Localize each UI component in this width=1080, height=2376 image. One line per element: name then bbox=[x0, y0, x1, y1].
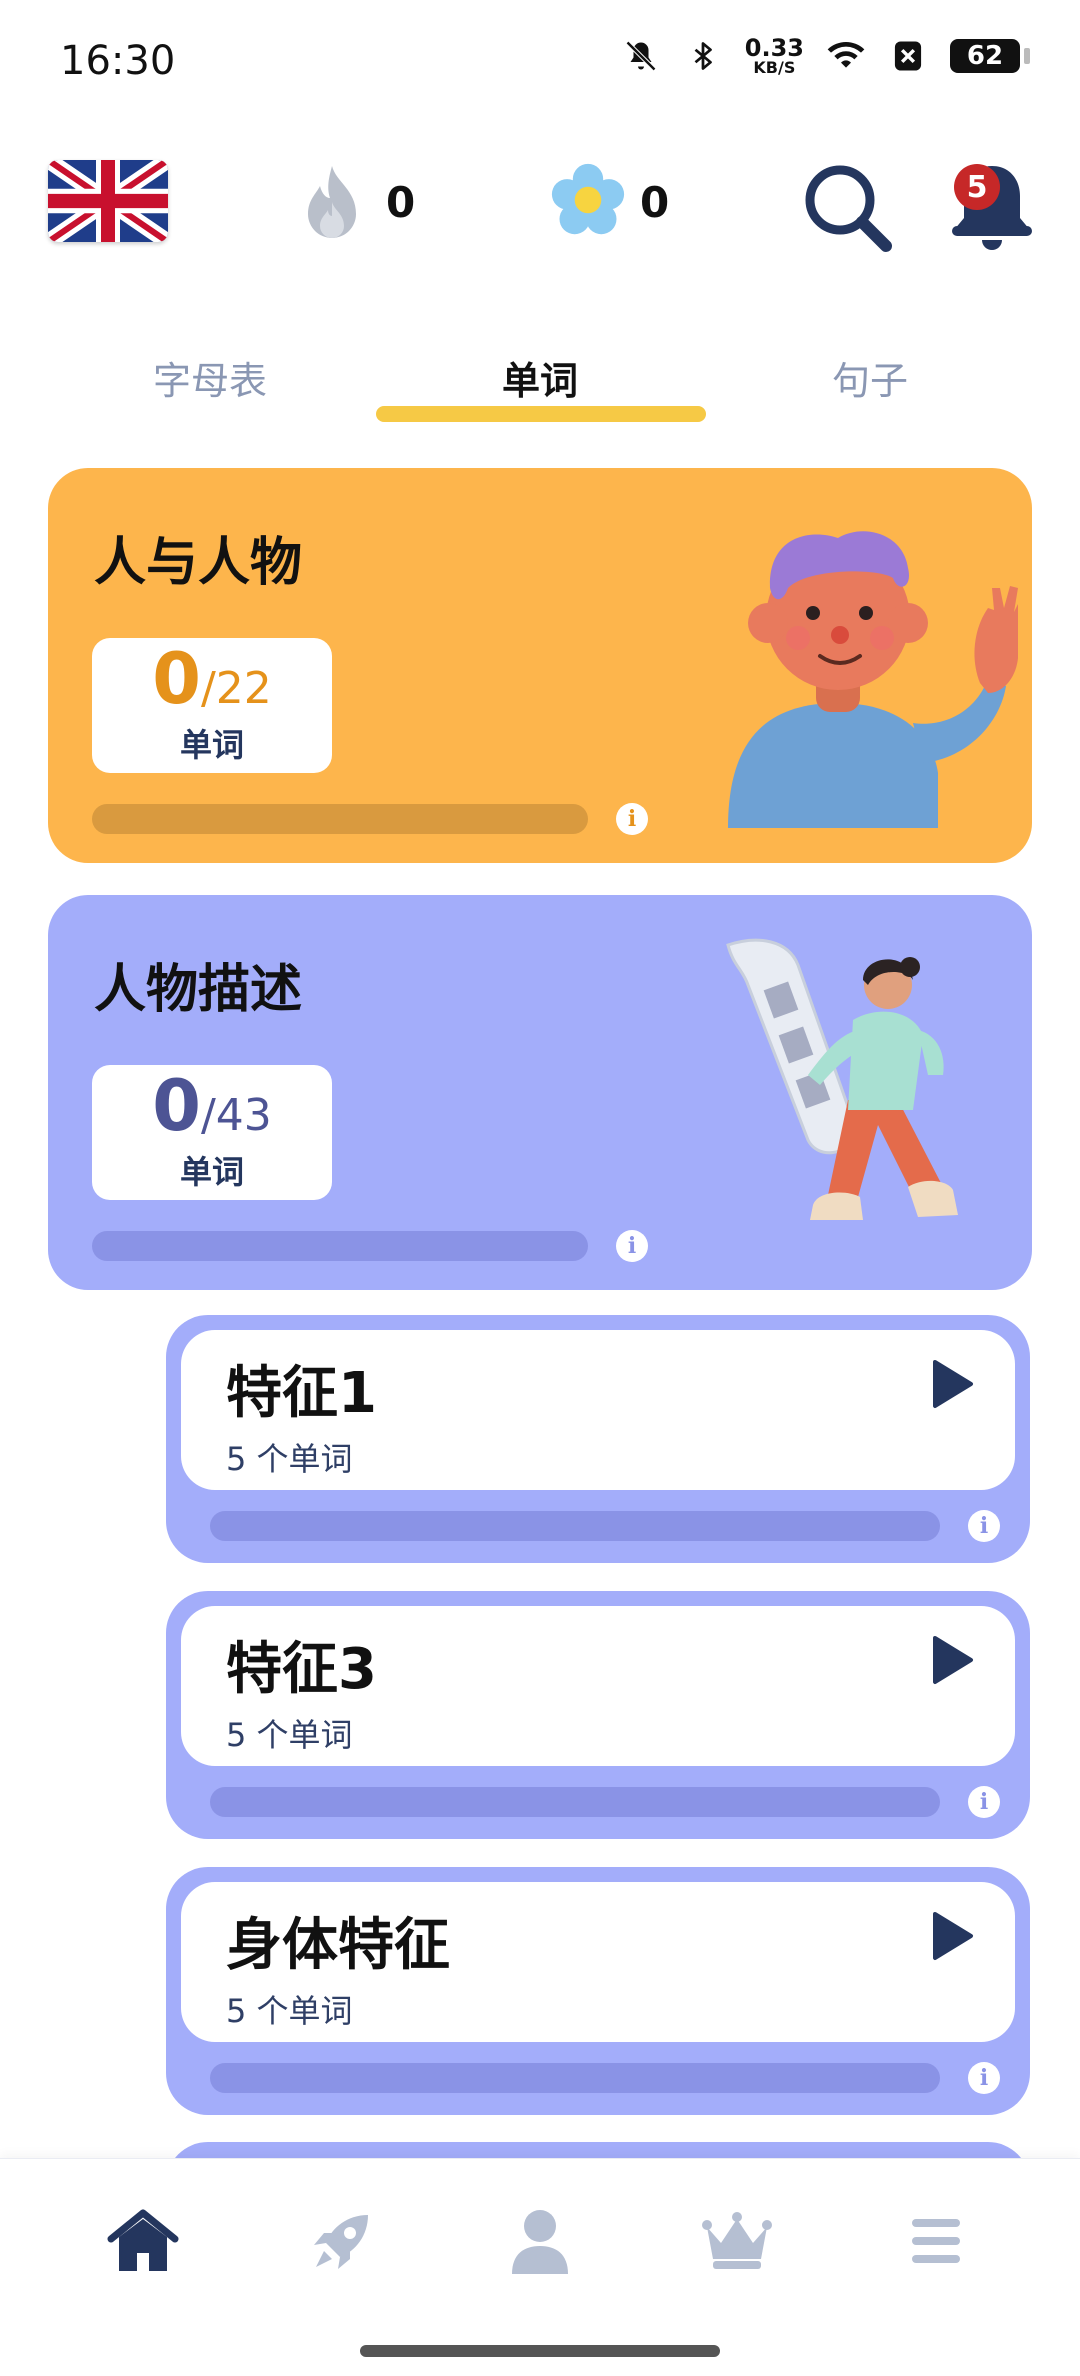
flower-count: 0 bbox=[640, 177, 670, 227]
info-icon[interactable]: i bbox=[968, 1786, 1000, 1818]
status-bar: 16:30 0.33 KB/S 62 bbox=[0, 0, 1080, 120]
streak-count: 0 bbox=[386, 177, 416, 227]
info-icon[interactable]: i bbox=[968, 2062, 1000, 2094]
info-icon[interactable]: i bbox=[616, 1230, 648, 1262]
walking-woman-illustration bbox=[726, 938, 958, 1220]
notifications-button[interactable]: 5 bbox=[944, 154, 1040, 254]
flower-stat[interactable]: 0 bbox=[550, 162, 669, 242]
word-count-box: 0/43 单词 bbox=[92, 1065, 332, 1200]
home-icon bbox=[107, 2209, 179, 2271]
tab-alphabet[interactable]: 字母表 bbox=[110, 350, 310, 405]
lesson-title: 身体特征 bbox=[226, 1913, 450, 1978]
lesson-card-body: 特征3 5 个单词 bbox=[181, 1606, 1015, 1766]
word-count-unit: 单词 bbox=[179, 726, 244, 764]
net-speed-value: 0.33 bbox=[744, 34, 804, 62]
lesson-progress-bar bbox=[210, 1787, 940, 1817]
nav-premium[interactable] bbox=[697, 2201, 777, 2281]
notification-badge: 5 bbox=[954, 164, 1000, 210]
streak-stat[interactable]: 0 bbox=[296, 162, 415, 242]
lesson-word-count: 5 个单词 bbox=[226, 1992, 353, 2030]
bluetooth-icon bbox=[683, 36, 723, 76]
category-title: 人物描述 bbox=[94, 960, 303, 1020]
word-count-total: /22 bbox=[200, 663, 272, 714]
category-progress-bar bbox=[92, 804, 588, 834]
play-icon[interactable] bbox=[923, 1632, 979, 1688]
uk-flag-icon[interactable] bbox=[48, 160, 168, 242]
net-speed-unit: KB/S bbox=[753, 58, 796, 77]
profile-icon bbox=[512, 2210, 568, 2274]
play-icon[interactable] bbox=[923, 1908, 979, 1964]
top-header: 0 0 5 bbox=[0, 150, 1080, 260]
lesson-title: 特征3 bbox=[226, 1637, 377, 1702]
active-tab-indicator bbox=[376, 406, 706, 422]
info-icon[interactable]: i bbox=[968, 1510, 1000, 1542]
word-count-box: 0/22 单词 bbox=[92, 638, 332, 773]
wifi-icon bbox=[826, 36, 866, 76]
content-tabs: 字母表 单词 句子 bbox=[0, 340, 1080, 430]
lesson-card-body: 身体特征 5 个单词 bbox=[181, 1882, 1015, 2042]
lesson-card-feature-1[interactable]: 特征1 5 个单词 i bbox=[166, 1315, 1030, 1563]
net-speed: 0.33 KB/S bbox=[745, 36, 804, 76]
word-count-unit: 单词 bbox=[179, 1153, 244, 1191]
word-count-current: 0 bbox=[152, 1065, 201, 1147]
info-icon[interactable]: i bbox=[616, 803, 648, 835]
tab-words[interactable]: 单词 bbox=[440, 350, 640, 405]
lesson-card-body-features[interactable]: 身体特征 5 个单词 i bbox=[166, 1867, 1030, 2115]
lesson-word-count: 5 个单词 bbox=[226, 1440, 353, 1478]
lesson-word-count: 5 个单词 bbox=[226, 1716, 353, 1754]
category-card-description[interactable]: 人物描述 0/43 单词 i bbox=[48, 895, 1032, 1290]
nav-profile[interactable] bbox=[500, 2201, 580, 2281]
nav-menu[interactable] bbox=[896, 2201, 976, 2281]
status-icons: 0.33 KB/S 62 bbox=[621, 36, 1030, 76]
flower-icon bbox=[550, 162, 625, 242]
category-title: 人与人物 bbox=[94, 533, 303, 593]
tab-sentences[interactable]: 句子 bbox=[770, 350, 970, 405]
word-count-total: /43 bbox=[200, 1090, 272, 1141]
status-time: 16:30 bbox=[60, 38, 176, 84]
lesson-progress-bar bbox=[210, 2063, 940, 2093]
nav-rocket[interactable] bbox=[302, 2201, 382, 2281]
search-button[interactable] bbox=[800, 160, 896, 256]
crown-icon bbox=[702, 2212, 772, 2269]
lesson-card-feature-3[interactable]: 特征3 5 个单词 i bbox=[166, 1591, 1030, 1839]
lesson-progress-bar bbox=[210, 1511, 940, 1541]
word-count-current: 0 bbox=[152, 638, 201, 720]
category-card-people[interactable]: 人与人物 0/22 单词 i bbox=[48, 468, 1032, 863]
home-indicator[interactable] bbox=[360, 2345, 720, 2357]
bottom-navigation bbox=[0, 2158, 1080, 2376]
menu-icon bbox=[912, 2219, 960, 2263]
search-icon bbox=[805, 165, 892, 252]
play-icon[interactable] bbox=[923, 1356, 979, 1412]
battery-indicator: 62 bbox=[950, 39, 1030, 73]
x-box-icon bbox=[888, 36, 928, 76]
lesson-title: 特征1 bbox=[226, 1361, 377, 1426]
lesson-card-body: 特征1 5 个单词 bbox=[181, 1330, 1015, 1490]
waving-boy-illustration bbox=[728, 531, 1018, 828]
bell-muted-icon bbox=[621, 36, 661, 76]
nav-home[interactable] bbox=[103, 2201, 183, 2281]
rocket-icon bbox=[314, 2215, 368, 2269]
fire-icon bbox=[296, 162, 368, 242]
category-progress-bar bbox=[92, 1231, 588, 1261]
